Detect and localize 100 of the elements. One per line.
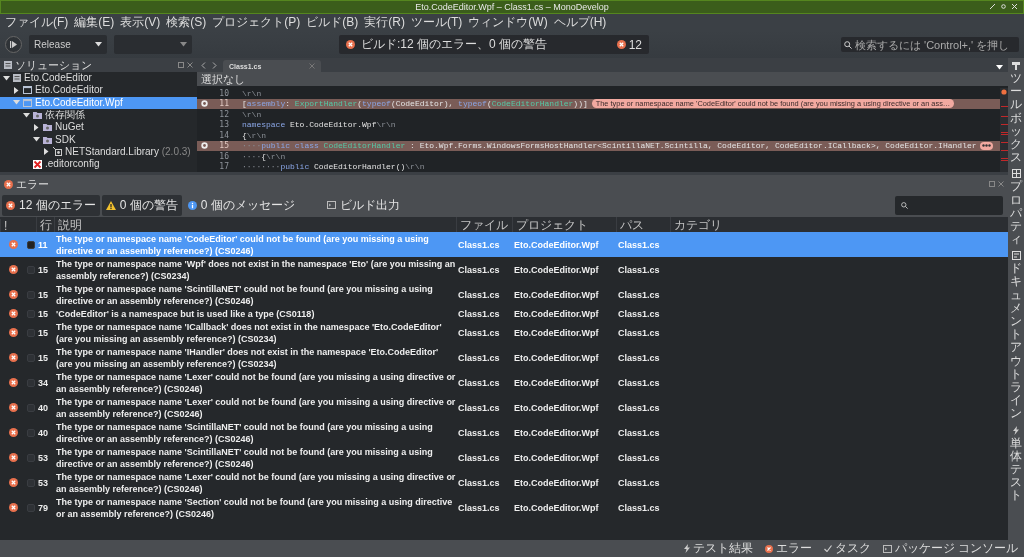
status-bar-item[interactable]: パッケージ コンソール: [882, 540, 1018, 557]
table-cell-text: The type or namespace name 'Lexer' could not be found (are you missing a using directive or an assembly reference?) (CS0246): [55, 395, 456, 420]
menu-item[interactable]: プロジェクト(P): [209, 14, 304, 31]
table-cell-text: 15: [37, 289, 49, 300]
table-row[interactable]: 40 The type or namespace name 'ScintillaNET' could not be found (are you missing a using directive or an assembly reference?) (CS0246) Class1.cs Eto.CodeEditor.Wpf Class1.cs: [0, 420, 1008, 445]
table-cell-text: Class1.cs: [617, 352, 661, 363]
status-bar-item[interactable]: タスク: [823, 540, 871, 557]
table-row[interactable]: 34 The type or namespace name 'Lexer' could not be found (are you missing a using directive or an assembly reference?) (CS0246) Class1.cs Eto.CodeEditor.Wpf Class1.cs: [0, 370, 1008, 395]
table-cell-text: The type or namespace name 'CodeEditor' could not be found (are you missing a using directive or an assembly reference?) (CS0246): [55, 232, 430, 257]
line-number: 12: [218, 109, 229, 119]
filter-button[interactable]: 0 個のメッセージ: [183, 194, 299, 216]
table-cell-text: Class1.cs: [617, 264, 661, 275]
run-button[interactable]: [5, 36, 22, 53]
menu-item[interactable]: 表示(V): [117, 14, 164, 31]
caret-icon[interactable]: [33, 136, 40, 144]
caret-icon[interactable]: [3, 74, 10, 82]
search-icon: [844, 40, 852, 49]
menu-item[interactable]: ウィンドウ(W): [465, 14, 551, 31]
table-cell-text: 15: [37, 308, 49, 319]
ellipsis-icon: [981, 144, 991, 148]
menu-item[interactable]: ツール(T): [408, 14, 466, 31]
caret-icon[interactable]: [33, 123, 40, 131]
hammer-icon: [1011, 61, 1021, 70]
status-bar-item[interactable]: テスト結果: [683, 540, 753, 557]
menu-item[interactable]: 編集(E): [71, 14, 118, 31]
dock-tab[interactable]: ツールボックス: [1010, 61, 1022, 165]
table-cell-text: Class1.cs: [457, 289, 501, 300]
table-row[interactable]: 15 The type or namespace name 'IHandler' does not exist in the namespace 'Eto.CodeEditor' (are you missing an assembly reference?) (CS0234) Class1.cs Eto.CodeEditor.Wpf Class1.cs: [0, 345, 1008, 370]
error-icon: [8, 240, 18, 249]
close-icon[interactable]: [187, 62, 193, 68]
table-cell-text: 'CodeEditor' is a namespace but is used like a type (CS0118): [55, 307, 316, 320]
table-cell-text: Class1.cs: [457, 327, 501, 338]
more-button[interactable]: [979, 141, 993, 150]
table-row[interactable]: 15 The type or namespace name 'ICallback' does not exist in the namespace 'Eto.CodeEditor' (are you missing an assembly reference?) (CS0234) Class1.cs Eto.CodeEditor.Wpf Class1.cs: [0, 320, 1008, 345]
error-icon: [8, 503, 18, 512]
table-cell-text: The type or namespace name 'Wpf' does not exist in the namespace 'Eto' (are you missing an assembly reference?) (CS0234): [55, 257, 456, 282]
table-row[interactable]: 15 The type or namespace name 'Wpf' does not exist in the namespace 'Eto' (are you missing an assembly reference?) (CS0234) Class1.cs Eto.CodeEditor.Wpf Class1.cs: [0, 257, 1008, 282]
menu-item[interactable]: ビルド(B): [303, 14, 362, 31]
status-bar-item[interactable]: エラー: [764, 540, 812, 557]
dock-tab[interactable]: ドキュメントアウトライン: [1010, 251, 1022, 421]
chevron-left-icon[interactable]: [201, 61, 206, 69]
table-row[interactable]: 53 The type or namespace name 'ScintillaNET' could not be found (are you missing a using directive or an assembly reference?) (CS0246) Class1.cs Eto.CodeEditor.Wpf Class1.cs: [0, 445, 1008, 470]
table-cell-text: Class1.cs: [457, 377, 501, 388]
table-cell-text: Eto.CodeEditor.Wpf: [513, 289, 600, 300]
tree-item[interactable]: Eto.CodeEditor: [0, 72, 197, 85]
table-cell-text: Eto.CodeEditor.Wpf: [513, 402, 600, 413]
filter-button[interactable]: 12 個のエラー: [2, 194, 100, 216]
warning-icon: [105, 200, 116, 210]
close-icon[interactable]: [998, 181, 1004, 187]
caret-icon[interactable]: [23, 111, 30, 119]
table-cell-text: Eto.CodeEditor.Wpf: [513, 377, 600, 388]
menu-item[interactable]: 検索(S): [163, 14, 210, 31]
search-field[interactable]: [895, 195, 1003, 215]
configuration-dropdown[interactable]: Release: [29, 35, 107, 54]
table-row[interactable]: 53 The type or namespace name 'Lexer' could not be found (are you missing a using directive or an assembly reference?) (CS0246) Class1.cs Eto.CodeEditor.Wpf Class1.cs: [0, 470, 1008, 495]
build-output-button[interactable]: ビルド出力: [322, 194, 404, 216]
tree-item[interactable]: 依存関係: [0, 108, 197, 122]
code-line: \r\n: [242, 88, 262, 98]
table-cell-text: 53: [37, 477, 49, 488]
table-cell-text: Class1.cs: [457, 308, 501, 319]
tree-item[interactable]: NETStandard.Library (2.0.3): [0, 145, 197, 159]
table-cell-text: 79: [37, 502, 49, 513]
bolt-icon: [683, 544, 690, 553]
error-icon: [8, 478, 18, 487]
table-row[interactable]: 15 'CodeEditor' is a namespace but is used like a type (CS0118) Class1.cs Eto.CodeEditor.Wpf Class1.cs: [0, 307, 1008, 320]
filter-button[interactable]: 0 個の警告: [101, 194, 182, 216]
table-cell-text: Class1.cs: [617, 377, 661, 388]
table-cell-text: Class1.cs: [617, 502, 661, 513]
chevron-right-icon[interactable]: [212, 61, 217, 69]
menu-item[interactable]: ヘルプ(H): [550, 14, 610, 31]
error-file-icon: [33, 159, 42, 169]
float-icon[interactable]: [989, 181, 995, 187]
error-icon: [616, 40, 626, 49]
line-number: 10: [218, 88, 229, 98]
table-row[interactable]: 40 The type or namespace name 'Lexer' could not be found (are you missing a using directive or an assembly reference?) (CS0246) Class1.cs Eto.CodeEditor.Wpf Class1.cs: [0, 395, 1008, 420]
menu-item[interactable]: 実行(R): [361, 14, 408, 31]
table-cell-text: Class1.cs: [457, 264, 501, 275]
overview-ruler[interactable]: [1000, 88, 1008, 172]
tree-item[interactable]: SDK: [0, 133, 197, 146]
breadcrumb[interactable]: 選択なし: [201, 71, 245, 87]
error-count: 12: [628, 37, 642, 52]
float-icon[interactable]: [178, 62, 184, 68]
tree-item[interactable]: NuGet: [0, 121, 197, 134]
tree-item[interactable]: .editorconfig: [0, 158, 197, 171]
table-cell-text: The type or namespace name 'ScintillaNET' could not be found (are you missing a using directive or an assembly reference?) (CS0246): [55, 420, 434, 445]
search-field[interactable]: 検索するには 'Control+,' を押し: [841, 37, 1019, 52]
caret-icon[interactable]: [13, 86, 20, 94]
folder-icon: [43, 123, 52, 132]
checkbox[interactable]: [27, 240, 35, 249]
tree-item[interactable]: Eto.CodeEditor: [0, 84, 197, 97]
caret-icon[interactable]: [43, 148, 50, 156]
table-cell-text: The type or namespace name 'Lexer' could not be found (are you missing a using directive or an assembly reference?) (CS0246): [55, 370, 456, 395]
window-icon: [23, 86, 32, 95]
table-row[interactable]: 79 The type or namespace name 'Section' could not be found (are you missing a using directive or an assembly reference?) (CS0246) Class1.cs Eto.CodeEditor.Wpf Class1.cs: [0, 495, 1008, 520]
table-cell-text: 53: [37, 452, 49, 463]
dock-tab[interactable]: 単体テスト: [1010, 425, 1022, 503]
table-row[interactable]: 15 The type or namespace name 'ScintillaNET' could not be found (are you missing a using directive or an assembly reference?) (CS0246) Class1.cs Eto.CodeEditor.Wpf Class1.cs: [0, 282, 1008, 307]
dock-tab[interactable]: プロパティ: [1010, 169, 1022, 247]
grid-icon: [1011, 169, 1021, 179]
menu-item[interactable]: ファイル(F): [2, 14, 72, 31]
